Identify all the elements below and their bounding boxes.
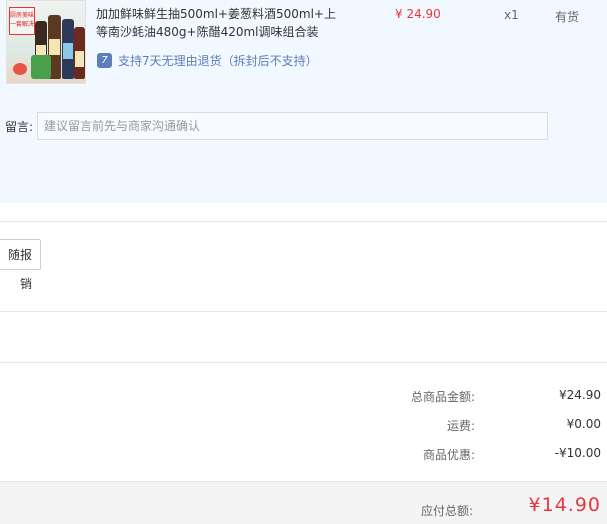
divider <box>0 311 607 312</box>
payable-value: ¥14.90 <box>528 494 601 516</box>
shipping-value: ¥0.00 <box>566 417 601 431</box>
divider <box>0 221 607 222</box>
bottle-graphic <box>74 27 85 79</box>
shipping-label: 运费: <box>446 419 475 433</box>
total-goods-value: ¥24.90 <box>559 388 601 402</box>
goods-panel: 厨房美味一套解决 加加鲜味鲜生抽500ml+姜葱料酒500ml+上等南沙蚝油48… <box>0 0 607 203</box>
payable-total-bar: 应付总额: ¥14.90 <box>0 481 607 524</box>
payable-label: 应付总额: <box>420 504 473 518</box>
stock-status: 有货 <box>555 10 580 24</box>
message-label: 留言: <box>5 120 34 134</box>
product-price: ¥ 24.90 <box>395 7 441 21</box>
message-input[interactable] <box>37 112 548 140</box>
product-image[interactable]: 厨房美味一套解决 <box>6 0 86 84</box>
divider <box>0 362 607 363</box>
product-image-badge: 厨房美味一套解决 <box>9 7 35 35</box>
return-policy-icon: 7 <box>97 53 112 68</box>
invoice-button[interactable]: 随报销 <box>0 239 41 291</box>
discount-label: 商品优惠: <box>422 448 475 462</box>
total-goods-row: 总商品金额: ¥24.90 <box>0 388 607 408</box>
shipping-row: 运费: ¥0.00 <box>0 417 607 437</box>
return-policy: 7 支持7天无理由退货（拆封后不支持） <box>97 52 318 69</box>
product-title[interactable]: 加加鲜味鲜生抽500ml+姜葱料酒500ml+上等南沙蚝油480g+陈醋420m… <box>96 5 346 41</box>
tomato-graphic <box>13 63 27 75</box>
discount-value: -¥10.00 <box>554 446 601 460</box>
discount-row: 商品优惠: -¥10.00 <box>0 446 607 466</box>
jar-graphic <box>31 55 51 79</box>
total-goods-label: 总商品金额: <box>410 390 475 404</box>
bottle-graphic <box>62 19 74 79</box>
product-quantity: x1 <box>504 8 519 22</box>
return-policy-text: 支持7天无理由退货（拆封后不支持） <box>118 54 318 68</box>
